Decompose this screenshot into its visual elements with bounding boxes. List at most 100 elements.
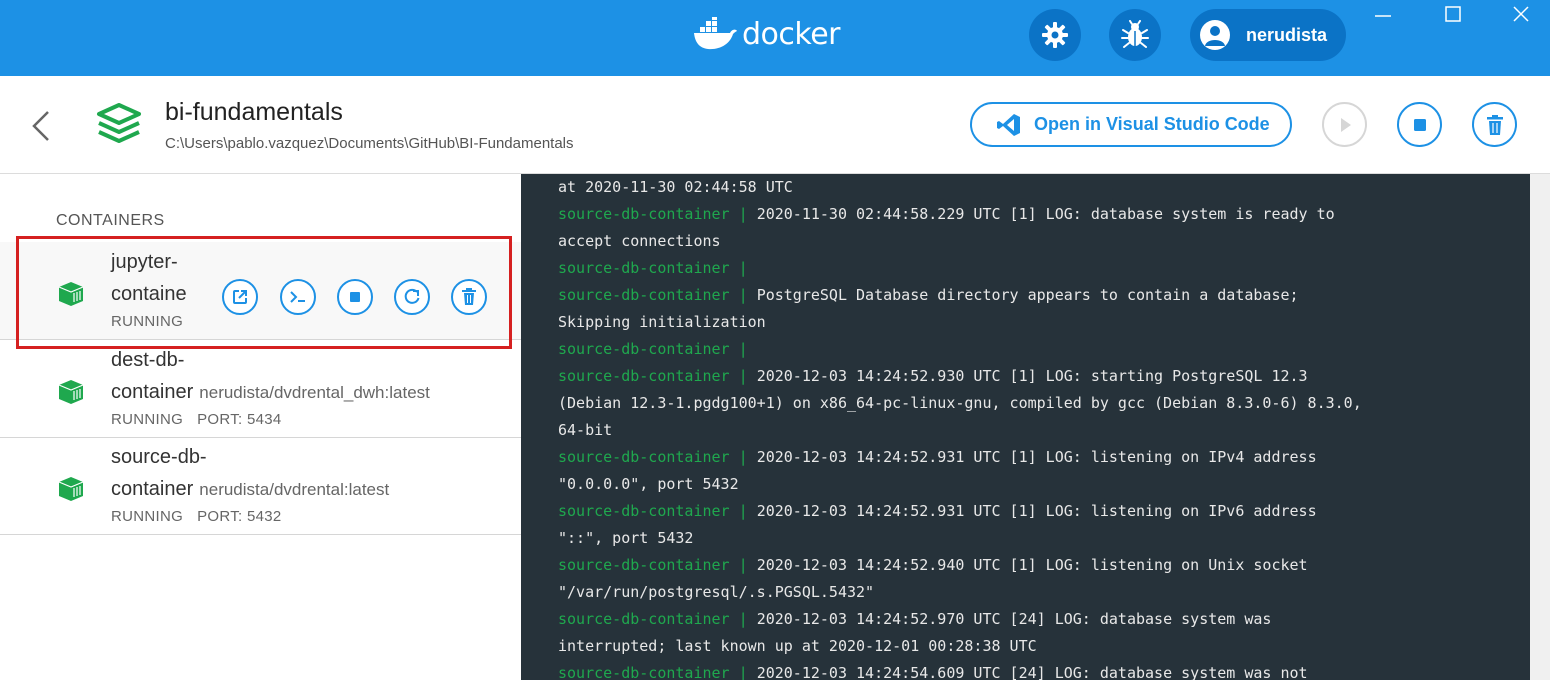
app-header: bi-fundamentals C:\Users\pablo.vazquez\D… [0, 76, 1550, 174]
container-name-line1: source-db- [111, 446, 207, 468]
log-line: source-db-container | 2020-12-03 14:24:5… [558, 498, 1528, 525]
log-message: 2020-12-03 14:24:54.609 UTC [24] LOG: da… [756, 664, 1308, 680]
log-line: "/var/run/postgresql/.s.PGSQL.5432" [558, 579, 1528, 606]
close-window-button[interactable] [1496, 0, 1546, 28]
maximize-icon [1445, 6, 1461, 22]
log-line: "0.0.0.0", port 5432 [558, 471, 1528, 498]
log-message: accept connections [558, 232, 721, 250]
container-image: nerudista/dvdrental_dwh:latest [199, 383, 430, 402]
log-line: 64-bit [558, 417, 1528, 444]
log-source-label: source-db-container | [558, 205, 757, 223]
container-port: PORT: 5434 [197, 411, 282, 428]
container-name-line2-wrap: container nerudista/dvdrental_dwh:latest [111, 378, 430, 407]
docker-whale-icon [694, 17, 737, 50]
container-status-wrap: RUNNING PORT: 5434 [111, 411, 282, 428]
log-message: PostgreSQL Database directory appears to… [756, 286, 1299, 304]
container-name-line2-wrap: container nerudista/dvdrental:latest [111, 475, 389, 504]
docker-logo: docker [692, 14, 841, 54]
containers-section-label: CONTAINERS [56, 212, 165, 229]
log-source-label: source-db-container | [558, 340, 748, 358]
vscode-icon [997, 113, 1020, 136]
stop-all-button[interactable] [1397, 102, 1442, 147]
container-status: RUNNING [111, 508, 184, 525]
open-in-vscode-label: Open in Visual Studio Code [1034, 114, 1270, 134]
log-line: source-db-container | 2020-12-03 14:24:5… [558, 552, 1528, 579]
log-message: 64-bit [558, 421, 613, 439]
log-message: 2020-12-03 14:24:52.970 UTC [24] LOG: da… [756, 610, 1272, 628]
log-message: Skipping initialization [558, 313, 766, 331]
log-source-label: source-db-container | [558, 610, 757, 628]
container-icon [55, 378, 87, 406]
log-source-label: source-db-container | [558, 259, 748, 277]
log-line: "::", port 5432 [558, 525, 1528, 552]
container-port: PORT: 5432 [197, 508, 282, 525]
user-name: nerudista [1246, 24, 1328, 45]
app-stack-icon [96, 102, 142, 146]
docker-logo-text: docker [742, 16, 841, 52]
container-status: RUNNING [111, 411, 184, 428]
log-source-label: source-db-container | [558, 448, 757, 466]
log-line: accept connections [558, 228, 1528, 255]
close-icon [1513, 6, 1529, 22]
log-line: source-db-container | 2020-12-03 14:24:5… [558, 444, 1528, 471]
user-account-button[interactable]: nerudista [1190, 9, 1346, 61]
log-source-label: source-db-container | [558, 556, 757, 574]
log-source-label: source-db-container | [558, 286, 757, 304]
log-line: source-db-container | 2020-12-03 14:24:5… [558, 363, 1528, 390]
log-message: 2020-12-03 14:24:52.940 UTC [1] LOG: lis… [756, 556, 1308, 574]
minimize-button[interactable] [1358, 0, 1408, 28]
maximize-button[interactable] [1428, 0, 1478, 28]
log-line: Skipping initialization [558, 309, 1528, 336]
log-line: source-db-container | PostgreSQL Databas… [558, 282, 1528, 309]
container-name-line1: dest-db- [111, 349, 185, 371]
settings-button[interactable] [1029, 9, 1081, 61]
start-all-button[interactable] [1322, 102, 1367, 147]
delete-app-button[interactable] [1472, 102, 1517, 147]
log-message: "0.0.0.0", port 5432 [558, 475, 739, 493]
gear-icon [1042, 22, 1068, 48]
log-message: interrupted; last known up at 2020-12-01… [558, 637, 1037, 655]
log-message: "::", port 5432 [558, 529, 694, 547]
container-icon [55, 475, 87, 503]
log-lines: at 2020-11-30 02:44:58 UTC source-db-cont… [558, 174, 1528, 680]
container-row-dest-db[interactable]: dest-db- container nerudista/dvdrental_dw… [0, 340, 521, 438]
log-source-label: source-db-container | [558, 664, 757, 680]
play-icon [1340, 117, 1351, 132]
log-message: "/var/run/postgresql/.s.PGSQL.5432" [558, 583, 875, 601]
troubleshoot-button[interactable] [1109, 9, 1161, 61]
log-message: at 2020-11-30 02:44:58 UTC [558, 178, 793, 196]
bug-icon [1121, 20, 1149, 48]
log-panel[interactable]: at 2020-11-30 02:44:58 UTC source-db-cont… [521, 174, 1530, 680]
back-button[interactable] [26, 106, 56, 146]
log-line: source-db-container | 2020-11-30 02:44:5… [558, 201, 1528, 228]
log-line: source-db-container | [558, 336, 1528, 363]
user-avatar-icon [1200, 20, 1230, 50]
top-bar: docker nerudista [0, 0, 1550, 76]
chevron-left-icon [32, 111, 49, 141]
stop-icon [1413, 118, 1426, 131]
container-status-wrap: RUNNING PORT: 5432 [111, 508, 282, 525]
container-name-line2: container [111, 381, 194, 403]
log-line: source-db-container | [558, 255, 1528, 282]
selection-highlight [16, 236, 512, 349]
app-path: C:\Users\pablo.vazquez\Documents\GitHub\… [165, 135, 574, 152]
log-line: source-db-container | 2020-12-03 14:24:5… [558, 606, 1528, 633]
container-name-line2: container [111, 478, 194, 500]
log-message: 2020-12-03 14:24:52.931 UTC [1] LOG: lis… [756, 448, 1317, 466]
trash-icon [1486, 114, 1503, 135]
minimize-icon [1375, 15, 1391, 17]
log-line: at 2020-11-30 02:44:58 UTC [558, 174, 1528, 201]
log-message: 2020-11-30 02:44:58.229 UTC [1] LOG: dat… [756, 205, 1335, 223]
open-in-vscode-button[interactable]: Open in Visual Studio Code [970, 102, 1292, 147]
log-source-label: source-db-container | [558, 367, 757, 385]
log-line: source-db-container | 2020-12-03 14:24:5… [558, 660, 1528, 680]
log-scrollbar[interactable] [1530, 174, 1550, 680]
log-line: (Debian 12.3-1.pgdg100+1) on x86_64-pc-l… [558, 390, 1528, 417]
log-message: (Debian 12.3-1.pgdg100+1) on x86_64-pc-l… [558, 394, 1362, 412]
container-image: nerudista/dvdrental:latest [199, 480, 390, 499]
log-source-label: source-db-container | [558, 502, 757, 520]
log-line: interrupted; last known up at 2020-12-01… [558, 633, 1528, 660]
container-row-source-db[interactable]: source-db- container nerudista/dvdrental:… [0, 437, 521, 535]
log-message: 2020-12-03 14:24:52.931 UTC [1] LOG: lis… [756, 502, 1317, 520]
log-message: 2020-12-03 14:24:52.930 UTC [1] LOG: sta… [756, 367, 1308, 385]
